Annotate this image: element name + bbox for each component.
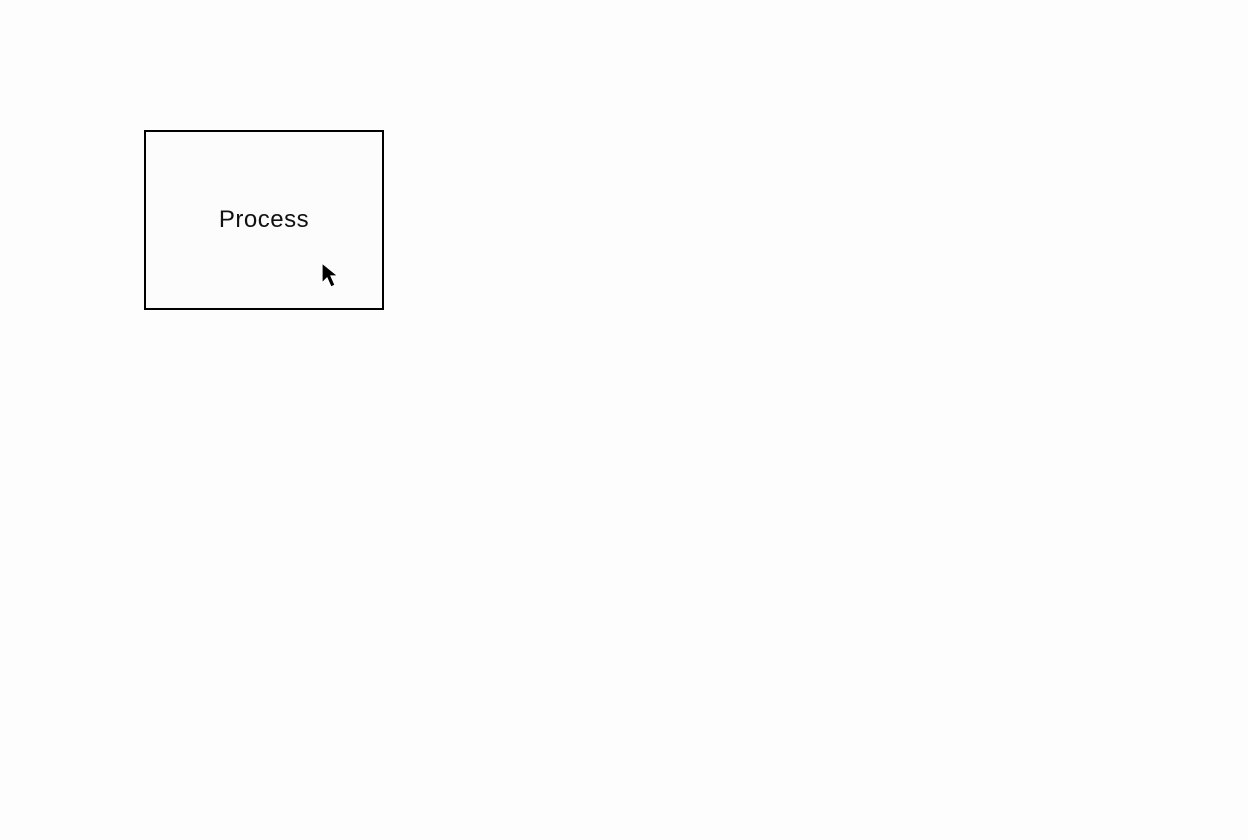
process-box-label: Process (219, 206, 309, 234)
process-box[interactable]: Process (144, 130, 384, 310)
